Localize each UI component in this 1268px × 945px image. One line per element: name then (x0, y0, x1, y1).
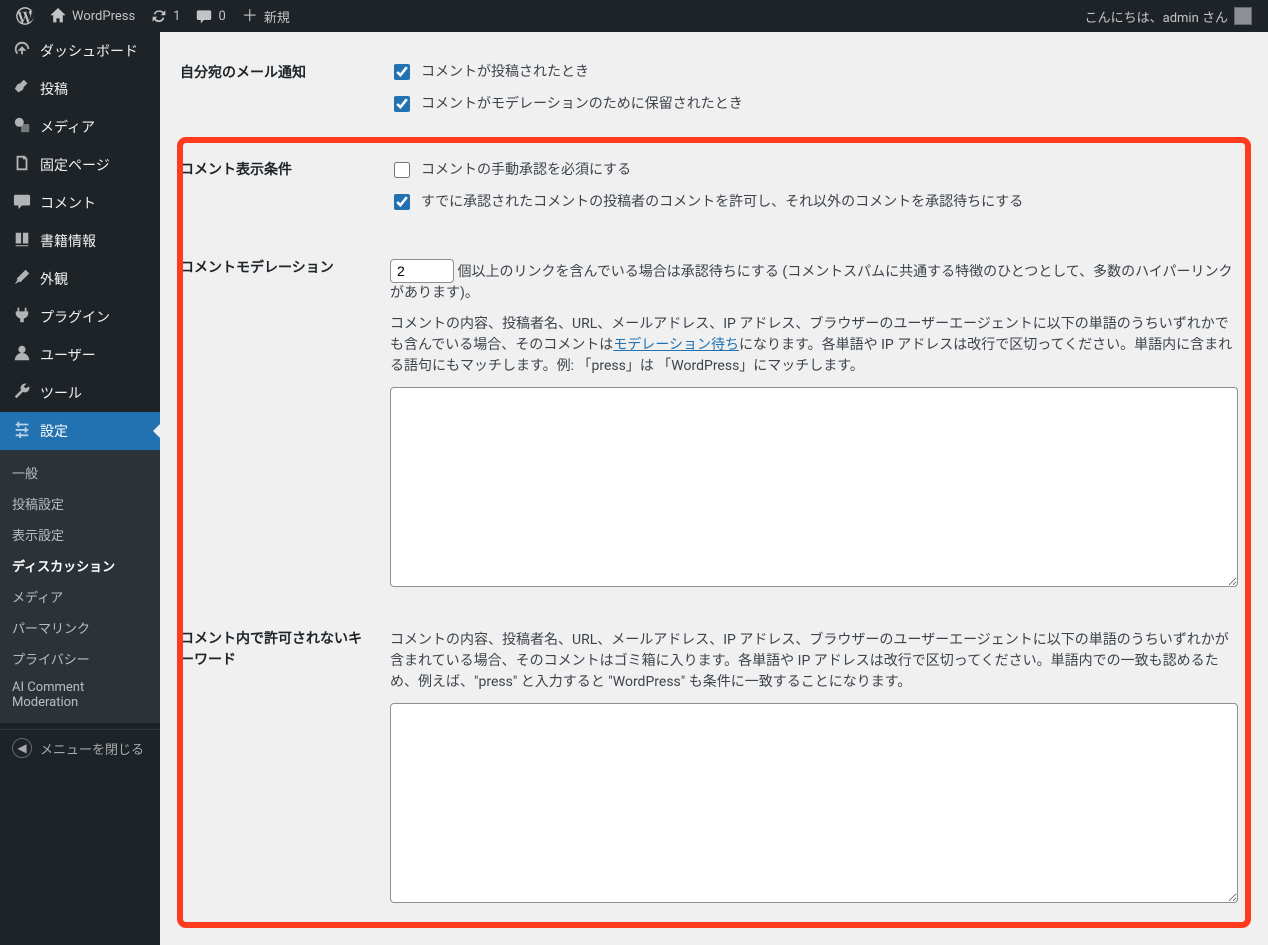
plug-icon (12, 306, 32, 328)
comment-icon (12, 192, 32, 214)
home-icon (50, 8, 66, 24)
sidebar-item-dashboard[interactable]: ダッシュボード (0, 32, 160, 70)
admin-sidebar: ダッシュボード 投稿 メディア 固定ページ コメント (0, 32, 160, 945)
collapse-icon: ◀ (12, 738, 32, 758)
site-name-link[interactable]: WordPress (42, 0, 143, 32)
wordpress-logo-icon (16, 7, 34, 25)
highlighted-region: コメント表示条件 コメントの手動承認を必須にする すでに承認されたコメントの投稿… (180, 140, 1248, 925)
disallowed-keys-textarea[interactable] (390, 703, 1238, 903)
wrench-icon (12, 382, 32, 404)
label: ユーザー (40, 345, 96, 365)
brush-icon (12, 268, 32, 290)
th-email-me: 自分宛のメール通知 (180, 42, 380, 140)
comment-icon (196, 8, 212, 24)
comments-count: 0 (218, 9, 225, 24)
submenu-privacy[interactable]: プライバシー (0, 643, 160, 674)
new-content-link[interactable]: ＋ 新規 (234, 0, 298, 32)
sidebar-item-users[interactable]: ユーザー (0, 336, 160, 374)
collapse-label: メニューを閉じる (40, 739, 144, 758)
plus-icon: ＋ (242, 8, 258, 24)
row-disallowed: コメント内で許可されないキーワード コメントの内容、投稿者名、URL、メールアド… (180, 609, 1248, 925)
label: プラグイン (40, 307, 110, 327)
submenu-general[interactable]: 一般 (0, 457, 160, 488)
disallowed-desc: コメントの内容、投稿者名、URL、メールアドレス、IP アドレス、ブラウザーのユ… (390, 630, 1238, 693)
dashboard-icon (12, 40, 32, 62)
checkbox-previously-approved-label: すでに承認されたコメントの投稿者のコメントを許可し、それ以外のコメントを承認待ち… (421, 192, 1023, 213)
checkbox-previously-approved[interactable]: すでに承認されたコメントの投稿者のコメントを許可し、それ以外のコメントを承認待ち… (390, 191, 1238, 213)
greeting-text: こんにちは、admin さん (1085, 7, 1228, 26)
submenu-media[interactable]: メディア (0, 581, 160, 612)
moderation-desc: コメントの内容、投稿者名、URL、メールアドレス、IP アドレス、ブラウザーのユ… (390, 314, 1238, 377)
checkbox-comment-held-label: コメントがモデレーションのために保留されたとき (421, 94, 743, 115)
checkbox-comment-posted-label: コメントが投稿されたとき (421, 62, 589, 83)
row-email-me: 自分宛のメール通知 コメントが投稿されたとき コメントがモデレーションのために保… (180, 42, 1248, 140)
my-account-link[interactable]: こんにちは、admin さん (1077, 0, 1260, 32)
th-disallowed: コメント内で許可されないキーワード (180, 609, 380, 925)
sidebar-item-comments[interactable]: コメント (0, 184, 160, 222)
checkbox-manual-approve[interactable]: コメントの手動承認を必須にする (390, 159, 1238, 181)
media-icon (12, 116, 32, 138)
site-name: WordPress (72, 9, 135, 24)
checkbox-manual-approve-input[interactable] (394, 162, 410, 178)
sidebar-item-appearance[interactable]: 外観 (0, 260, 160, 298)
label: 書籍情報 (40, 231, 96, 251)
submenu-writing[interactable]: 投稿設定 (0, 488, 160, 519)
discussion-settings-content: 自分宛のメール通知 コメントが投稿されたとき コメントがモデレーションのために保… (160, 32, 1268, 945)
checkbox-comment-posted[interactable]: コメントが投稿されたとき (390, 61, 1238, 83)
settings-form-table: 自分宛のメール通知 コメントが投稿されたとき コメントがモデレーションのために保… (180, 42, 1248, 925)
sidebar-item-media[interactable]: メディア (0, 108, 160, 146)
checkbox-previously-approved-input[interactable] (394, 194, 410, 210)
th-moderation: コメントモデレーション (180, 238, 380, 609)
new-label: 新規 (264, 7, 290, 26)
checkbox-comment-held[interactable]: コメントがモデレーションのために保留されたとき (390, 93, 1238, 115)
settings-sliders-icon (12, 420, 32, 442)
comments-link[interactable]: 0 (188, 0, 233, 32)
updates-link[interactable]: 1 (143, 0, 188, 32)
updates-count: 1 (173, 9, 180, 24)
label: メディア (40, 117, 95, 137)
collapse-menu-button[interactable]: ◀ メニューを閉じる (0, 729, 160, 766)
settings-submenu: 一般 投稿設定 表示設定 ディスカッション メディア パーマリンク プライバシー… (0, 450, 160, 723)
checkbox-comment-posted-input[interactable] (394, 64, 410, 80)
moderation-links-line: 個以上のリンクを含んでいる場合は承認待ちにする (コメントスパムに共通する特徴の… (390, 259, 1238, 304)
sidebar-item-books[interactable]: 書籍情報 (0, 222, 160, 260)
avatar-icon (1234, 7, 1252, 25)
user-icon (12, 344, 32, 366)
checkbox-comment-held-input[interactable] (394, 96, 410, 112)
sidebar-item-pages[interactable]: 固定ページ (0, 146, 160, 184)
th-before-appears: コメント表示条件 (180, 140, 380, 238)
submenu-permalinks[interactable]: パーマリンク (0, 612, 160, 643)
submenu-reading[interactable]: 表示設定 (0, 519, 160, 550)
row-before-appears: コメント表示条件 コメントの手動承認を必須にする すでに承認されたコメントの投稿… (180, 140, 1248, 925)
moderation-queue-link[interactable]: モデレーション待ち (613, 337, 739, 353)
sidebar-item-tools[interactable]: ツール (0, 374, 160, 412)
max-links-text: 個以上のリンクを含んでいる場合は承認待ちにする (コメントスパムに共通する特徴の… (390, 264, 1233, 301)
label: ダッシュボード (40, 41, 138, 61)
checkbox-manual-approve-label: コメントの手動承認を必須にする (421, 160, 631, 181)
sidebar-item-settings[interactable]: 設定 (0, 412, 160, 450)
submenu-ai-comment-moderation[interactable]: AI Comment Moderation (0, 674, 160, 716)
label: 固定ページ (40, 155, 110, 175)
label: コメント (40, 193, 96, 213)
page-icon (12, 154, 32, 176)
book-icon (12, 230, 32, 252)
row-moderation: コメントモデレーション 個以上のリンクを含んでいる場合は承認待ちにする (コメン… (180, 238, 1248, 609)
moderation-keys-textarea[interactable] (390, 387, 1238, 587)
update-icon (151, 8, 167, 24)
label: 外観 (40, 269, 68, 289)
label: 投稿 (40, 79, 68, 99)
pin-icon (12, 78, 32, 100)
wp-logo-menu[interactable] (8, 0, 42, 32)
sidebar-item-posts[interactable]: 投稿 (0, 70, 160, 108)
max-links-input[interactable] (390, 259, 454, 283)
label: ツール (40, 383, 82, 403)
sidebar-item-plugins[interactable]: プラグイン (0, 298, 160, 336)
admin-toolbar: WordPress 1 0 ＋ 新規 こんにちは、admin さん (0, 0, 1268, 32)
label: 設定 (40, 421, 68, 441)
submenu-discussion[interactable]: ディスカッション (0, 550, 160, 581)
